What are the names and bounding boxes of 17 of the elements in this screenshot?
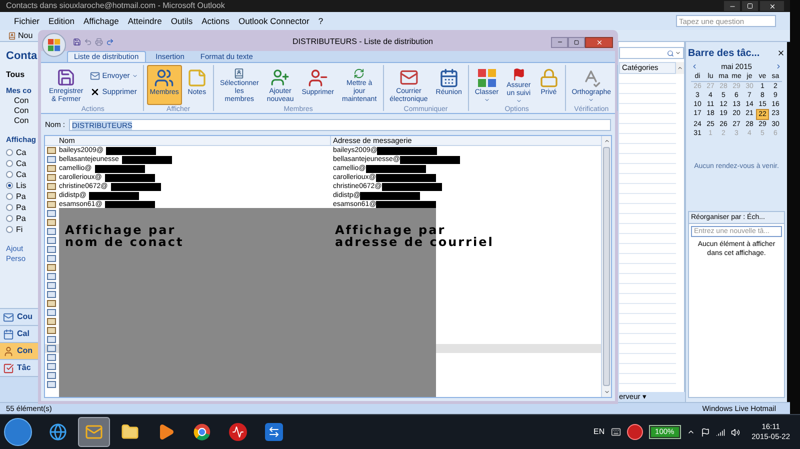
view-option: Pa — [16, 212, 26, 224]
nav-label: Cal — [17, 328, 30, 340]
nav-label: Tâc — [17, 362, 31, 374]
nav-label: Con — [17, 345, 33, 357]
view-option: Ca — [16, 146, 26, 158]
view-option: Pa — [16, 190, 26, 202]
pane-title: Conta — [6, 49, 38, 64]
view-option: Pa — [16, 202, 26, 214]
todo-bar-title: Barre des tâc... — [688, 46, 760, 60]
window-title: Contacts dans siouxlaroche@hotmail.com - Microsoft Outlook — [6, 0, 225, 12]
dialog-title: DISTRIBUTEURS - Liste de distribution — [292, 36, 433, 48]
view-option: Lis — [16, 180, 26, 192]
nav-label: Cou — [17, 311, 33, 323]
view-option: Ca — [16, 168, 26, 180]
view-option: Ca — [16, 158, 26, 170]
annotation-text: Affichage par nom de conact — [65, 224, 184, 248]
view-option: Fi — [16, 224, 23, 236]
